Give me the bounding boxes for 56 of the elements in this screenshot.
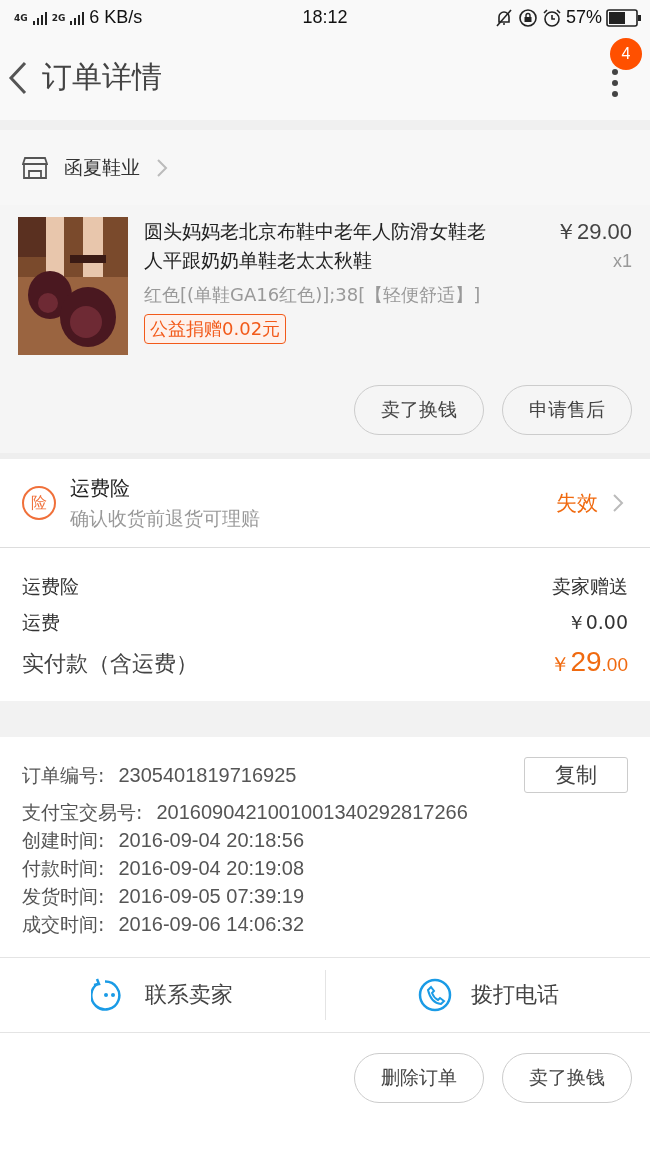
info-value: 2016-09-06 14:06:32 <box>118 912 306 937</box>
donation-tag: 公益捐赠0.02元 <box>144 314 287 344</box>
alarm-icon <box>541 7 562 28</box>
info-label: 成交时间: <box>22 912 105 937</box>
notification-badge: 4 <box>610 37 642 70</box>
info-value: 2016-09-04 20:19:08 <box>118 856 306 881</box>
product-title[interactable]: 圆头妈妈老北京布鞋中老年人防滑女鞋老人平跟奶奶单鞋老太太秋鞋 <box>144 217 502 275</box>
info-label: 付款时间: <box>22 856 105 881</box>
network-label: 2G <box>51 12 66 23</box>
info-value: 2016-09-05 07:39:19 <box>118 884 306 909</box>
store-icon <box>22 156 48 179</box>
network-label: 4G <box>14 12 28 23</box>
summary-value: ￥0.00 <box>566 610 628 635</box>
battery-percent: 57% <box>565 7 602 28</box>
signal-icon <box>31 10 48 25</box>
more-icon[interactable] <box>611 67 619 98</box>
shop-row[interactable]: 函夏鞋业 <box>0 130 650 205</box>
action-button[interactable]: 删除订单 <box>354 1053 484 1103</box>
chevron-right-icon <box>612 493 624 513</box>
battery-icon <box>606 8 642 27</box>
info-label: 订单编号: <box>22 762 105 788</box>
summary-value: 卖家赠送 <box>552 574 628 599</box>
insurance-icon: 险 <box>22 486 56 520</box>
network-speed: 6 KB/s <box>89 7 143 28</box>
summary-label: 运费险 <box>22 574 79 599</box>
product-price: ￥29.00 <box>554 218 632 246</box>
info-value: 2016090421001001340292817266 <box>156 800 469 825</box>
summary-label: 实付款（含运费） <box>22 650 198 678</box>
call-button[interactable]: 拨打电话 <box>325 958 650 1032</box>
info-label: 发货时间: <box>22 884 105 909</box>
product-variant: 红色[(单鞋GA16红色)];38[【轻便舒适】] <box>144 283 481 307</box>
rotation-lock-icon <box>517 7 538 28</box>
clock: 18:12 <box>302 7 348 28</box>
insurance-status: 失效 <box>556 490 598 517</box>
contact-button[interactable]: 联系卖家 <box>0 958 325 1032</box>
insurance-description: 确认收货前退货可理赔 <box>70 505 261 531</box>
copy-button[interactable]: 复制 <box>524 757 628 793</box>
insurance-title: 运费险 <box>70 474 131 502</box>
info-value: 2016-09-04 20:18:56 <box>118 828 306 853</box>
phone-icon <box>416 977 453 1013</box>
signal-icon <box>69 10 86 25</box>
info-label: 创建时间: <box>22 828 105 853</box>
action-button[interactable]: 卖了换钱 <box>502 1053 632 1103</box>
action-button[interactable]: 申请售后 <box>502 385 632 435</box>
summary-label: 运费 <box>22 610 60 635</box>
chevron-right-icon <box>156 157 168 178</box>
product-quantity: x1 <box>613 251 632 272</box>
page-title: 订单详情 <box>42 58 163 96</box>
back-icon[interactable] <box>8 60 28 95</box>
action-button[interactable]: 卖了换钱 <box>354 385 484 435</box>
info-label: 支付宝交易号: <box>22 800 143 825</box>
shop-name: 函夏鞋业 <box>64 154 140 180</box>
mute-icon <box>493 7 514 28</box>
total-amount: ￥29.00 <box>550 646 628 678</box>
info-value: 2305401819716925 <box>118 762 298 788</box>
insurance-row[interactable]: 险 运费险 确认收货前退货可理赔 失效 <box>0 459 650 548</box>
